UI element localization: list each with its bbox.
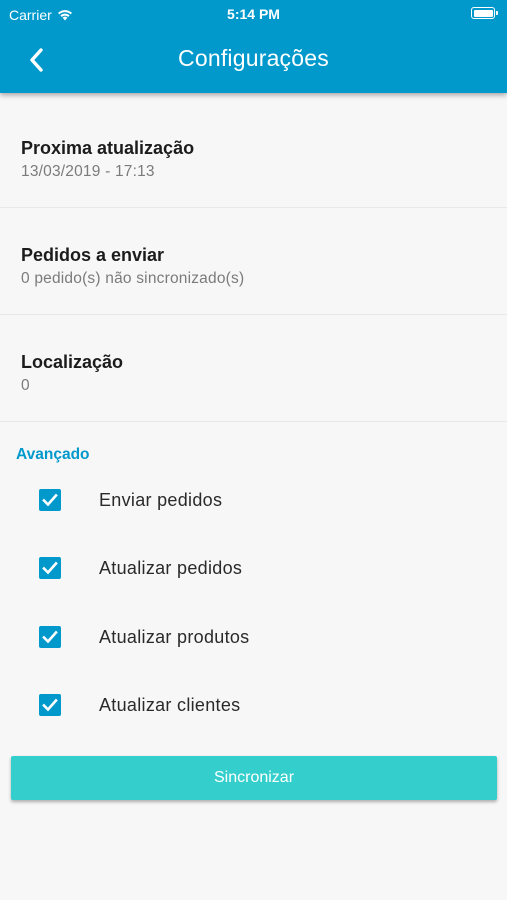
option-send-orders[interactable]: Enviar pedidos (0, 480, 507, 520)
option-update-orders[interactable]: Atualizar pedidos (0, 548, 507, 588)
app-header: Carrier 5:14 PM Configurações (0, 0, 507, 93)
checkmark-icon (42, 698, 58, 712)
page-title: Configurações (178, 45, 329, 71)
option-update-products[interactable]: Atualizar produtos (0, 617, 507, 657)
option-label: Enviar pedidos (99, 490, 223, 510)
checkbox[interactable] (39, 489, 61, 511)
checkbox[interactable] (39, 557, 61, 579)
checkmark-icon (42, 630, 58, 644)
checkmark-icon (42, 561, 58, 575)
location-section: Localização 0 (0, 316, 507, 422)
section-label: Pedidos a enviar (21, 245, 165, 265)
section-label: Proxima atualização (21, 138, 195, 158)
advanced-heading: Avançado (16, 446, 90, 463)
section-label: Localização (21, 352, 124, 372)
checkbox[interactable] (39, 626, 61, 648)
next-update-section: Proxima atualização 13/03/2019 - 17:13 (0, 102, 507, 208)
status-bar: Carrier 5:14 PM (0, 0, 507, 28)
option-update-clients[interactable]: Atualizar clientes (0, 685, 507, 725)
option-label: Atualizar clientes (99, 695, 241, 715)
status-time: 5:14 PM (227, 6, 280, 22)
battery-icon (471, 7, 498, 19)
section-value: 0 (21, 377, 30, 394)
pending-orders-section: Pedidos a enviar 0 pedido(s) não sincron… (0, 209, 507, 315)
section-value: 0 pedido(s) não sincronizado(s) (21, 270, 245, 287)
option-label: Atualizar produtos (99, 627, 250, 647)
option-label: Atualizar pedidos (99, 558, 243, 578)
checkbox[interactable] (39, 694, 61, 716)
sync-button[interactable]: Sincronizar (11, 756, 497, 800)
section-value: 13/03/2019 - 17:13 (21, 163, 155, 180)
checkmark-icon (42, 493, 58, 507)
